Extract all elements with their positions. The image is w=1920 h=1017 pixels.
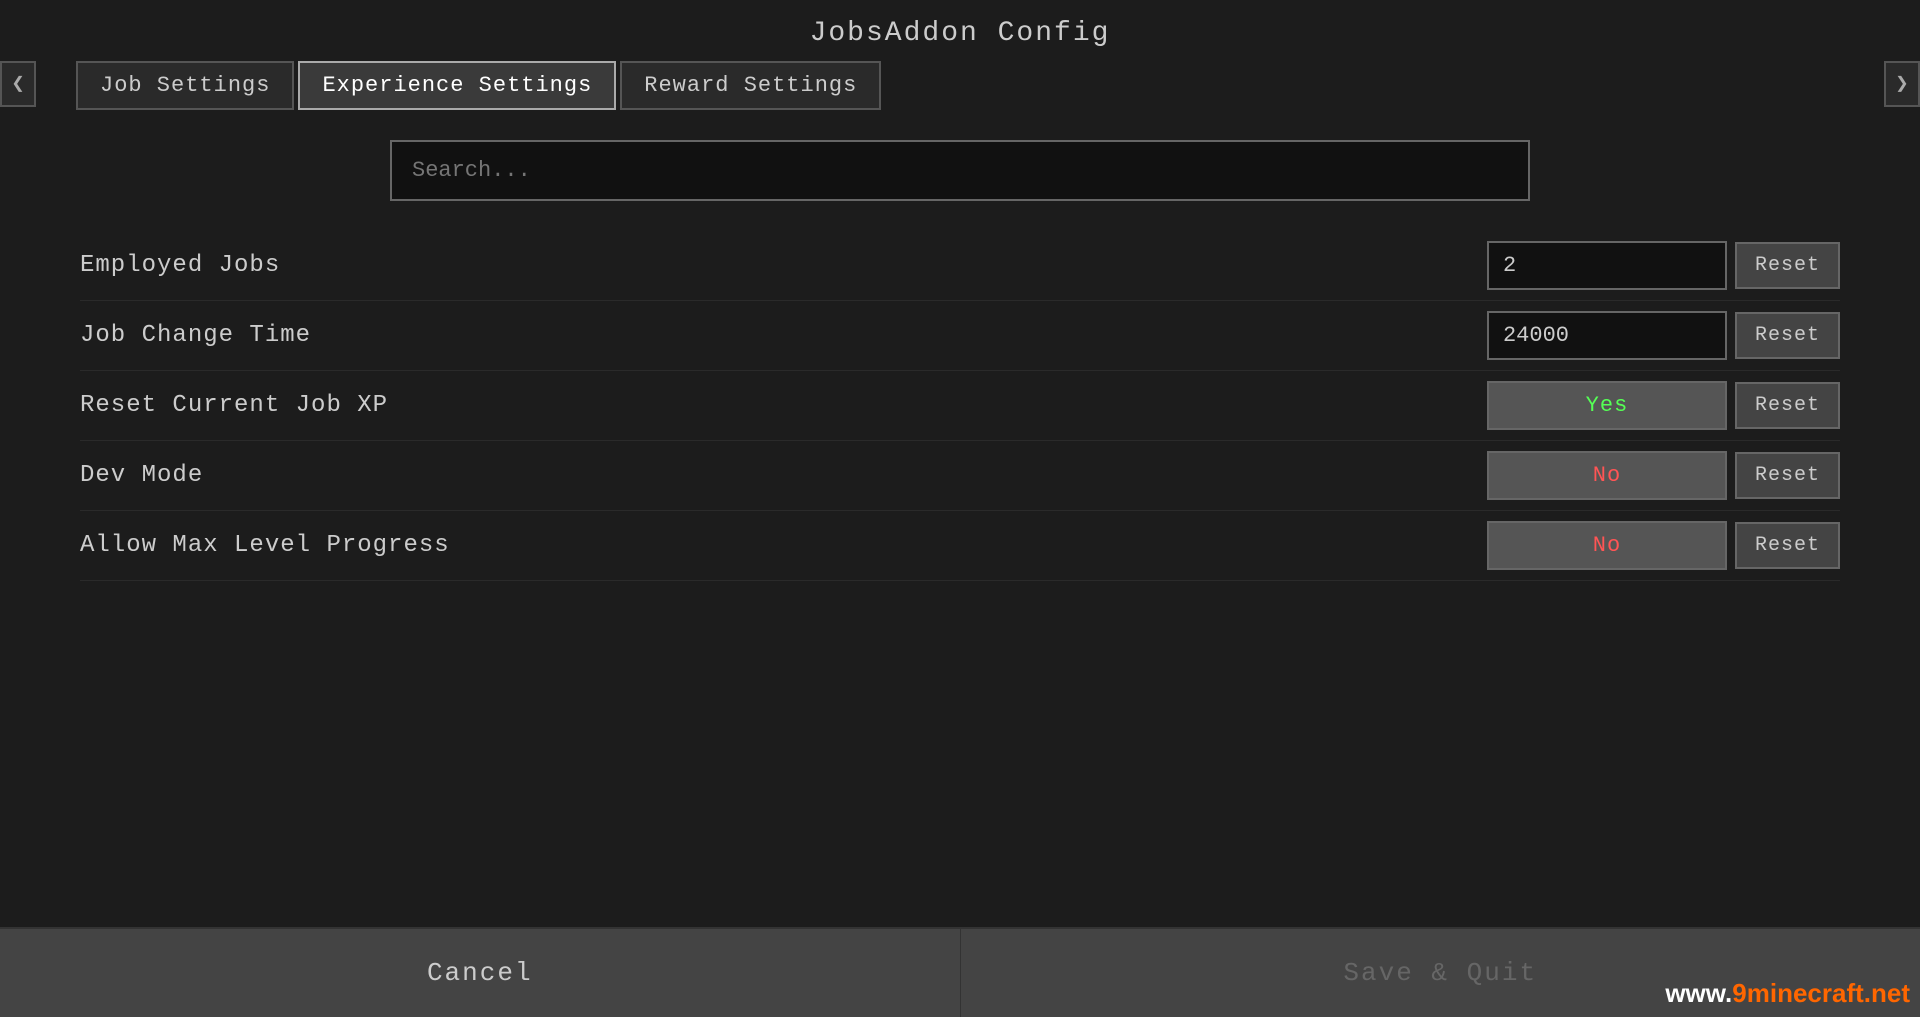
watermark-nine: 9minecraft.net xyxy=(1732,978,1910,1008)
tab-job-settings[interactable]: Job Settings xyxy=(76,61,294,110)
setting-row-employed-jobs: Employed Jobs Reset xyxy=(80,231,1840,301)
employed-jobs-input[interactable] xyxy=(1487,241,1727,290)
employed-jobs-reset-button[interactable]: Reset xyxy=(1735,242,1840,289)
nav-arrow-right[interactable]: ❯ xyxy=(1884,61,1920,107)
setting-control-employed-jobs: Reset xyxy=(1487,241,1840,290)
job-change-time-reset-button[interactable]: Reset xyxy=(1735,312,1840,359)
setting-label-allow-max-level-progress: Allow Max Level Progress xyxy=(80,532,1487,559)
tabs-bar: ❮ Job Settings Experience Settings Rewar… xyxy=(0,61,1920,110)
bottom-buttons: Cancel Save & Quit xyxy=(0,929,1920,1017)
tab-reward-settings[interactable]: Reward Settings xyxy=(620,61,881,110)
reset-current-job-xp-toggle[interactable]: Yes xyxy=(1487,381,1727,430)
cancel-button[interactable]: Cancel xyxy=(0,929,961,1017)
setting-label-job-change-time: Job Change Time xyxy=(80,322,1487,349)
job-change-time-input[interactable] xyxy=(1487,311,1727,360)
allow-max-level-progress-reset-button[interactable]: Reset xyxy=(1735,522,1840,569)
search-input[interactable] xyxy=(390,140,1530,201)
setting-label-reset-current-job-xp: Reset Current Job XP xyxy=(80,392,1487,419)
setting-row-reset-current-job-xp: Reset Current Job XP Yes Reset xyxy=(80,371,1840,441)
watermark: www.9minecraft.net xyxy=(1665,978,1910,1009)
tab-experience-settings[interactable]: Experience Settings xyxy=(298,61,616,110)
setting-control-reset-current-job-xp: Yes Reset xyxy=(1487,381,1840,430)
setting-row-allow-max-level-progress: Allow Max Level Progress No Reset xyxy=(80,511,1840,581)
nav-arrow-left[interactable]: ❮ xyxy=(0,61,36,107)
dev-mode-toggle[interactable]: No xyxy=(1487,451,1727,500)
reset-current-job-xp-reset-button[interactable]: Reset xyxy=(1735,382,1840,429)
setting-control-dev-mode: No Reset xyxy=(1487,451,1840,500)
bottom-bar: Cancel Save & Quit www.9minecraft.net xyxy=(0,927,1920,1017)
setting-control-job-change-time: Reset xyxy=(1487,311,1840,360)
setting-label-employed-jobs: Employed Jobs xyxy=(80,252,1487,279)
setting-label-dev-mode: Dev Mode xyxy=(80,462,1487,489)
app-container: JobsAddon Config ❮ Job Settings Experien… xyxy=(0,0,1920,1017)
app-title: JobsAddon Config xyxy=(0,0,1920,61)
dev-mode-reset-button[interactable]: Reset xyxy=(1735,452,1840,499)
setting-control-allow-max-level-progress: No Reset xyxy=(1487,521,1840,570)
watermark-text: www. xyxy=(1665,978,1732,1008)
setting-row-job-change-time: Job Change Time Reset xyxy=(80,301,1840,371)
setting-row-dev-mode: Dev Mode No Reset xyxy=(80,441,1840,511)
allow-max-level-progress-toggle[interactable]: No xyxy=(1487,521,1727,570)
settings-list: Employed Jobs Reset Job Change Time Rese… xyxy=(80,231,1840,581)
search-container xyxy=(80,140,1840,201)
content-area: Employed Jobs Reset Job Change Time Rese… xyxy=(0,120,1920,927)
